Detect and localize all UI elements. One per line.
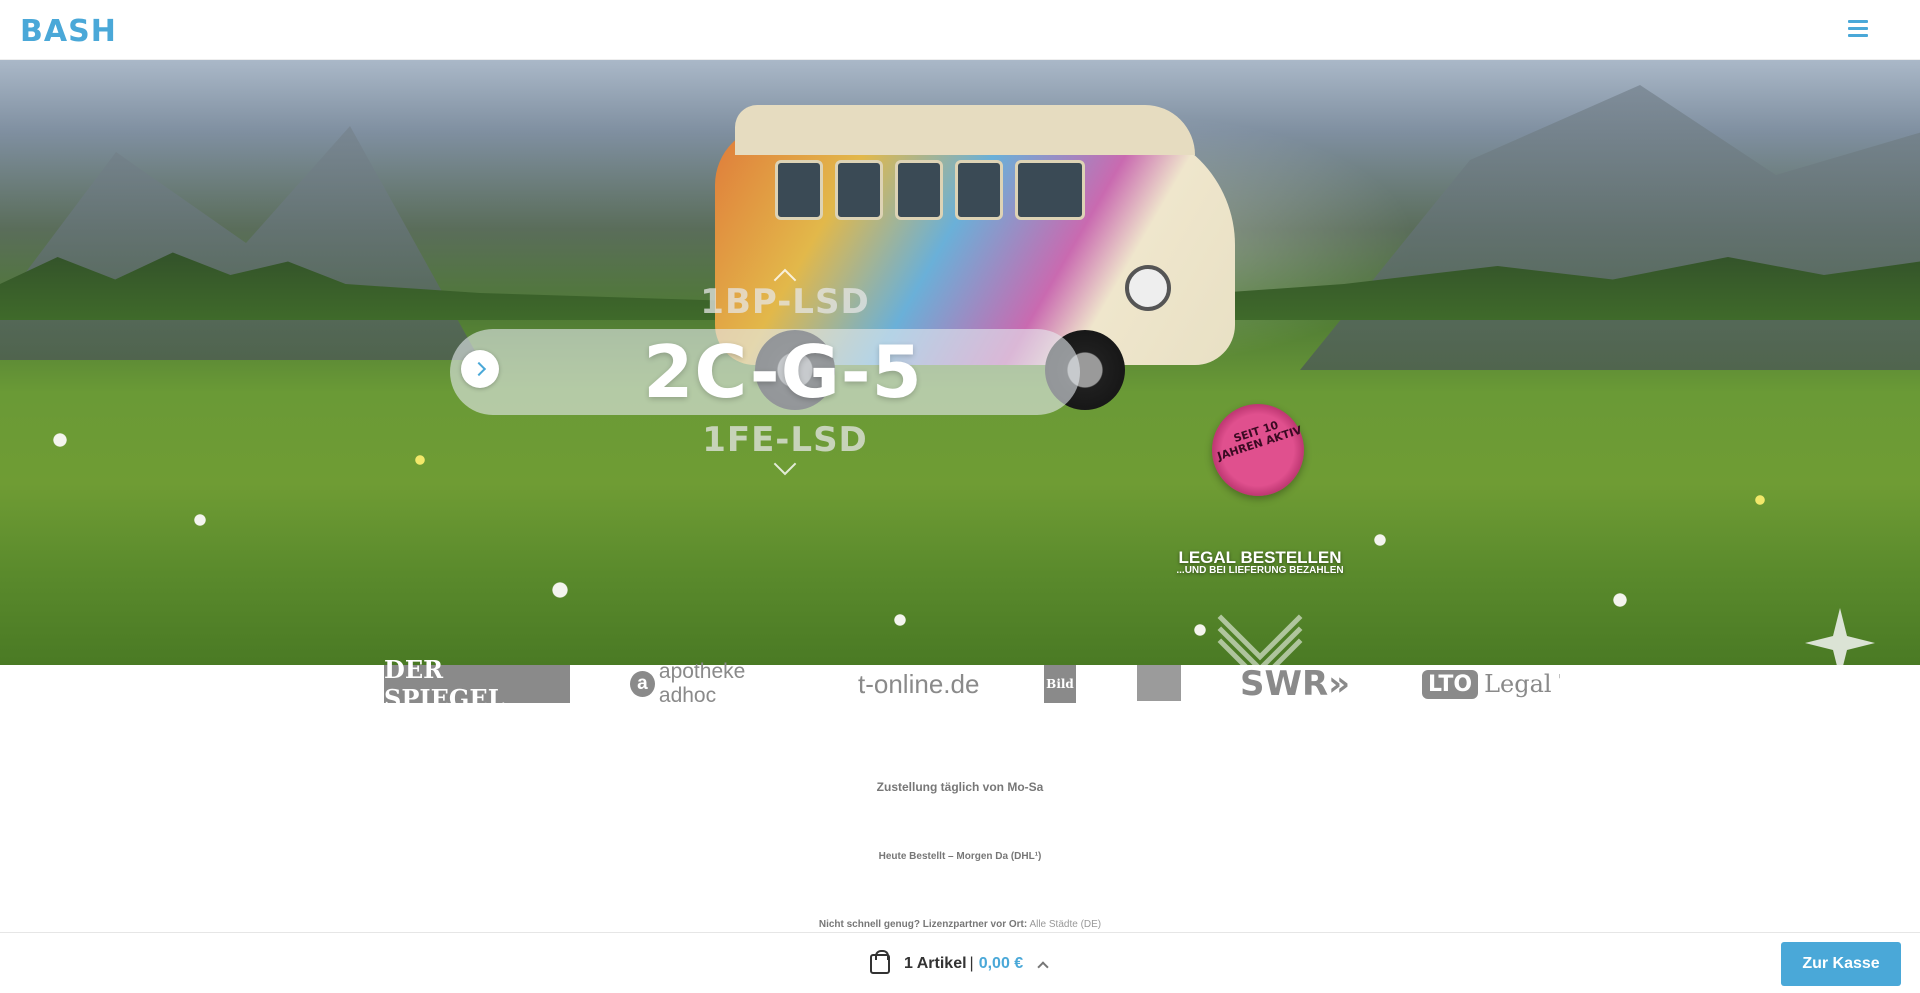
- apotheke-text: apotheke adhoc: [658, 660, 746, 707]
- hamburger-menu-icon[interactable]: [1848, 20, 1868, 38]
- van-window: [1015, 160, 1085, 220]
- lto-badge: LTO: [1422, 669, 1479, 699]
- tonline-logo: t-online.de: [858, 668, 980, 699]
- cart-item-count: 1 Artikel: [904, 955, 967, 972]
- lto-logo: LTO Legal T: [1422, 665, 1560, 703]
- local-partner-label: Nicht schnell genug? Lizenzpartner vor O…: [818, 919, 1028, 930]
- cart-summary-toggle[interactable]: 1 Artikel | 0,00 €: [870, 950, 1049, 976]
- cart-separator: |: [969, 955, 974, 972]
- press-logo-placeholder: [1137, 665, 1181, 701]
- scroll-down-chevrons-icon[interactable]: [1200, 575, 1320, 665]
- site-header: BASH: [0, 0, 1920, 60]
- all-cities-link[interactable]: Alle Städte (DE): [1029, 919, 1101, 930]
- hero-banner: 1BP-LSD 2C-G-5 1FE-LSD SEIT 10 JAHREN AK…: [0, 60, 1920, 665]
- checkout-button[interactable]: Zur Kasse: [1781, 942, 1901, 986]
- menu-bar: [1848, 27, 1868, 30]
- cart-total: 0,00 €: [978, 955, 1024, 972]
- legal-order-subtitle: ...UND BEI LIEFERUNG BEZAHLEN: [1176, 565, 1344, 576]
- van-window: [895, 160, 943, 220]
- spiegel-logo: DER SPIEGEL: [384, 655, 570, 713]
- carousel-current-item[interactable]: 2C-G-5: [450, 328, 1116, 416]
- mountain-right-image: [1300, 85, 1920, 370]
- shopping-bag-icon: [870, 950, 890, 974]
- van-window: [955, 160, 1003, 220]
- menu-bar: [1848, 20, 1868, 23]
- chevron-up-icon[interactable]: [1037, 960, 1049, 973]
- cart-bar: 1 Artikel | 0,00 € Zur Kasse: [0, 932, 1920, 993]
- bild-logo: Bild: [1044, 665, 1076, 703]
- van-window: [775, 160, 823, 220]
- carousel-previous-item[interactable]: 1BP-LSD: [0, 282, 1570, 322]
- lto-text: Legal T: [1484, 670, 1560, 698]
- apotheke-badge: a: [630, 671, 655, 697]
- anniversary-seal: SEIT 10 JAHREN AKTIV: [1212, 404, 1304, 496]
- van-roof: [735, 105, 1195, 155]
- menu-bar: [1848, 34, 1868, 37]
- swr-logo: SWR»: [1240, 664, 1351, 704]
- local-partner-line: Nicht schnell genug? Lizenzpartner vor O…: [0, 919, 1920, 930]
- press-logos-strip: DER SPIEGEL a apotheke adhoc t-online.de…: [0, 655, 1920, 713]
- delivery-days-text: Zustellung täglich von Mo-Sa: [876, 780, 1044, 794]
- van-window: [835, 160, 883, 220]
- site-logo[interactable]: BASH: [20, 14, 117, 49]
- order-promise-text: Heute Bestellt – Morgen Da (DHL¹): [878, 851, 1042, 862]
- seal-text: SEIT 10 JAHREN AKTIV: [1215, 418, 1304, 464]
- apotheke-adhoc-logo: a apotheke adhoc: [630, 660, 802, 707]
